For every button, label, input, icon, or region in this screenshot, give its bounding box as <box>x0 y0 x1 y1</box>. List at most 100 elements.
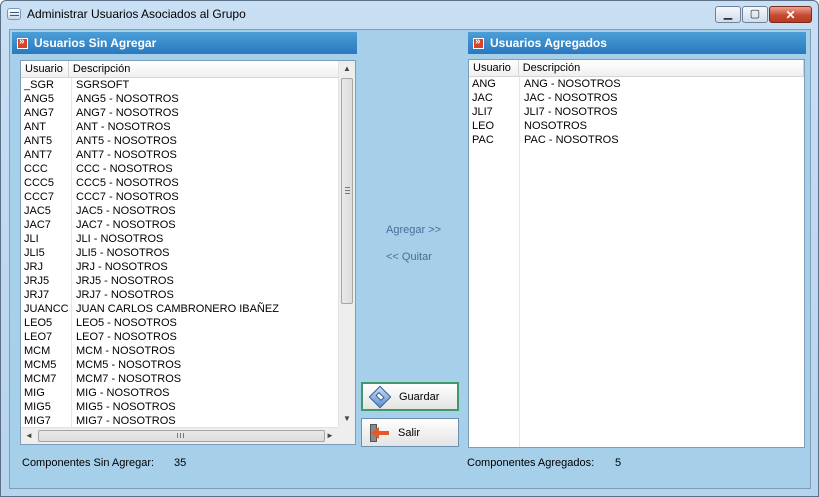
right-footer-label: Componentes Agregados: <box>467 457 595 469</box>
table-row[interactable]: MCM MCM - NOSOTROS <box>21 344 341 358</box>
scroll-down-icon[interactable]: ▼ <box>339 411 355 427</box>
cell-descripcion: ANT5 - NOSOTROS <box>76 135 177 147</box>
table-row[interactable]: MCM5 MCM5 - NOSOTROS <box>21 358 341 372</box>
minimize-button[interactable]: ▁ <box>715 6 741 23</box>
table-row[interactable]: ANG ANG - NOSOTROS <box>469 77 789 91</box>
cell-usuario: MCM5 <box>24 359 57 371</box>
cell-descripcion: MIG - NOSOTROS <box>76 387 170 399</box>
scroll-up-icon[interactable]: ▲ <box>339 61 355 77</box>
grip-icon <box>345 187 350 194</box>
cell-usuario: MCM <box>24 345 51 357</box>
table-row[interactable]: LEO7 LEO7 - NOSOTROS <box>21 330 341 344</box>
save-button-label: Guardar <box>399 390 440 403</box>
cell-descripcion: JAC7 - NOSOTROS <box>76 219 176 231</box>
table-row[interactable]: CCC7 CCC7 - NOSOTROS <box>21 190 341 204</box>
panel-header-icon <box>17 36 28 49</box>
right-grid-rows: ANG ANG - NOSOTROS JAC JAC - NOSOTROS JLI7 JL… <box>469 77 789 147</box>
cell-usuario: LEO5 <box>24 317 53 329</box>
table-row[interactable]: MIG MIG - NOSOTROS <box>21 386 341 400</box>
exit-button[interactable]: Salir <box>361 418 459 447</box>
right-panel-title: Usuarios Agregados <box>490 36 607 50</box>
add-button[interactable]: Agregar >> <box>386 224 441 236</box>
cell-descripcion: JLI5 - NOSOTROS <box>76 247 170 259</box>
cell-descripcion: ANG - NOSOTROS <box>524 78 621 90</box>
table-row[interactable]: ANT ANT - NOSOTROS <box>21 120 341 134</box>
scroll-left-icon[interactable]: ◄ <box>21 428 37 444</box>
table-row[interactable]: JAC JAC - NOSOTROS <box>469 91 789 105</box>
title-bar[interactable]: Administrar Usuarios Asociados al Grupo … <box>1 1 818 29</box>
table-row[interactable]: ANT5 ANT5 - NOSOTROS <box>21 134 341 148</box>
column-header-usuario[interactable]: Usuario <box>21 61 69 77</box>
table-row[interactable]: CCC CCC - NOSOTROS <box>21 162 341 176</box>
cell-usuario: MIG <box>24 387 45 399</box>
right-users-grid[interactable]: Usuario Descripción ANG ANG - NOSOTROS JAC… <box>468 59 805 448</box>
cell-usuario: ANG5 <box>24 93 54 105</box>
save-button[interactable]: Guardar <box>361 382 459 411</box>
table-row[interactable]: JLI JLI - NOSOTROS <box>21 232 341 246</box>
cell-descripcion: NOSOTROS <box>524 120 587 132</box>
window: Administrar Usuarios Asociados al Grupo … <box>0 0 819 497</box>
table-row[interactable]: JLI5 JLI5 - NOSOTROS <box>21 246 341 260</box>
exit-icon <box>368 422 390 444</box>
cell-descripcion: LEO7 - NOSOTROS <box>76 331 177 343</box>
table-row[interactable]: JAC7 JAC7 - NOSOTROS <box>21 218 341 232</box>
table-row[interactable]: MIG5 MIG5 - NOSOTROS <box>21 400 341 414</box>
table-row[interactable]: LEO5 LEO5 - NOSOTROS <box>21 316 341 330</box>
table-row[interactable]: _SGR SGRSOFT <box>21 78 341 92</box>
horizontal-scroll-thumb[interactable] <box>38 430 325 442</box>
table-row[interactable]: JUANCC JUAN CARLOS CAMBRONERO IBAÑEZ <box>21 302 341 316</box>
cell-usuario: JLI7 <box>472 106 493 118</box>
left-footer-label: Componentes Sin Agregar: <box>22 457 155 469</box>
table-row[interactable]: CCC5 CCC5 - NOSOTROS <box>21 176 341 190</box>
cell-usuario: MIG5 <box>24 401 51 413</box>
column-header-descripcion[interactable]: Descripción <box>519 60 804 76</box>
panel-header-icon <box>473 36 484 49</box>
close-button[interactable]: ✕ <box>769 6 812 23</box>
table-row[interactable]: ANT7 ANT7 - NOSOTROS <box>21 148 341 162</box>
window-title: Administrar Usuarios Asociados al Grupo <box>27 7 246 21</box>
table-row[interactable]: MCM7 MCM7 - NOSOTROS <box>21 372 341 386</box>
maximize-button[interactable]: ▢ <box>742 6 768 23</box>
column-header-descripcion[interactable]: Descripción <box>69 61 355 77</box>
cell-usuario: CCC <box>24 163 48 175</box>
cell-usuario: _SGR <box>24 79 54 91</box>
table-row[interactable]: MIG7 MIG7 - NOSOTROS <box>21 414 341 428</box>
cell-usuario: JRJ <box>24 261 43 273</box>
cell-descripcion: ANG7 - NOSOTROS <box>76 107 179 119</box>
cell-usuario: ANT7 <box>24 149 53 161</box>
left-horizontal-scrollbar[interactable]: ◄ ► <box>21 427 338 444</box>
client-area: Usuarios Sin Agregar Usuario Descripción… <box>9 29 811 489</box>
table-row[interactable]: JRJ7 JRJ7 - NOSOTROS <box>21 288 341 302</box>
cell-usuario: JAC7 <box>24 219 51 231</box>
cell-usuario: JUANCC <box>24 303 69 315</box>
cell-usuario: ANT5 <box>24 135 53 147</box>
table-row[interactable]: JAC5 JAC5 - NOSOTROS <box>21 204 341 218</box>
cell-usuario: ANT <box>24 121 46 133</box>
cell-descripcion: CCC7 - NOSOTROS <box>76 191 179 203</box>
cell-descripcion: JLI - NOSOTROS <box>76 233 164 245</box>
remove-button[interactable]: << Quitar <box>386 251 432 263</box>
cell-usuario: CCC7 <box>24 191 54 203</box>
cell-descripcion: CCC - NOSOTROS <box>76 163 173 175</box>
cell-descripcion: MIG5 - NOSOTROS <box>76 401 176 413</box>
table-row[interactable]: LEO NOSOTROS <box>469 119 789 133</box>
table-row[interactable]: JRJ JRJ - NOSOTROS <box>21 260 341 274</box>
column-header-usuario[interactable]: Usuario <box>469 60 519 76</box>
cell-usuario: JLI5 <box>24 247 45 259</box>
vertical-scroll-thumb[interactable] <box>341 78 353 304</box>
cell-usuario: JAC5 <box>24 205 51 217</box>
table-row[interactable]: JRJ5 JRJ5 - NOSOTROS <box>21 274 341 288</box>
table-row[interactable]: PAC PAC - NOSOTROS <box>469 133 789 147</box>
table-row[interactable]: ANG5 ANG5 - NOSOTROS <box>21 92 341 106</box>
left-grid-rows: _SGR SGRSOFT ANG5 ANG5 - NOSOTROS ANG7 ANG7 -… <box>21 78 341 428</box>
table-row[interactable]: JLI7 JLI7 - NOSOTROS <box>469 105 789 119</box>
app-icon <box>7 8 21 20</box>
window-controls: ▁ ▢ ✕ <box>715 6 812 23</box>
right-grid-header: Usuario Descripción <box>469 60 804 77</box>
left-vertical-scrollbar[interactable]: ▲ ▼ <box>338 61 355 427</box>
left-users-grid[interactable]: Usuario Descripción _SGR SGRSOFT ANG5 ANG5 … <box>20 60 356 445</box>
cell-usuario: JRJ5 <box>24 275 50 287</box>
scroll-right-icon[interactable]: ► <box>322 428 338 444</box>
table-row[interactable]: ANG7 ANG7 - NOSOTROS <box>21 106 341 120</box>
save-icon <box>368 385 392 408</box>
